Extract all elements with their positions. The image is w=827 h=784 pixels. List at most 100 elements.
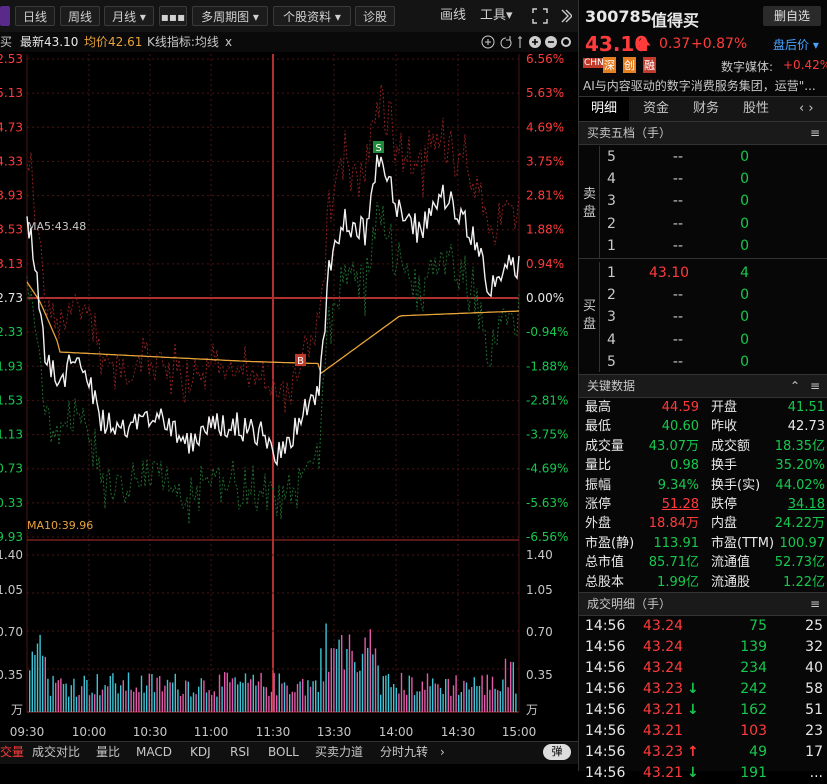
menu-icon[interactable]: ≡ bbox=[810, 122, 820, 144]
time-tick-label: 10:00 bbox=[72, 725, 107, 739]
tab-kdj[interactable]: KDJ bbox=[190, 742, 211, 763]
volume-bar bbox=[426, 673, 429, 712]
intraday-chart[interactable]: 42.53 6.56% 45.13 5.63% 44.73 4.69% 44.33 3.75%… bbox=[0, 52, 578, 745]
volume-bar bbox=[424, 689, 426, 712]
volume-bar bbox=[55, 682, 57, 712]
trade-row[interactable]: 14:56 43.23 ↓ 242 58 bbox=[579, 679, 827, 700]
level-number: 1 bbox=[607, 237, 616, 254]
volume-bar bbox=[372, 654, 374, 712]
trade-row[interactable]: 14:56 43.24 234 40 bbox=[579, 658, 827, 679]
price-tick-label: 44.73 bbox=[0, 120, 23, 134]
tab-volume-ratio[interactable]: 量比 bbox=[96, 742, 120, 763]
orderbook-header[interactable]: 买卖五档（手） ≡ bbox=[579, 121, 827, 145]
level-volume: 0 bbox=[740, 237, 749, 254]
trade-row[interactable]: 14:56 43.21 103 23 bbox=[579, 721, 827, 742]
multi-period-dropdown[interactable]: 多周期图 ▾ bbox=[192, 6, 268, 26]
volume-bar bbox=[192, 692, 195, 712]
volume-bar bbox=[161, 691, 163, 712]
volume-bar bbox=[221, 686, 223, 712]
delete-watchlist-button[interactable]: 删自选 bbox=[763, 6, 821, 26]
trade-row[interactable]: 14:56 43.21 ↓ 162 51 bbox=[579, 700, 827, 721]
buy-level-4[interactable]: 4 -- 0 bbox=[579, 329, 827, 351]
tabs-scroll-button[interactable]: ‹ › bbox=[799, 97, 814, 121]
trade-row[interactable]: 14:56 43.21 ↓ 191... bbox=[579, 763, 827, 784]
price-tick-label: 43.53 bbox=[0, 223, 23, 237]
tab-nine-turn[interactable]: 分时九转 bbox=[380, 742, 428, 763]
volume-bar bbox=[104, 685, 106, 712]
volume-bar bbox=[403, 689, 405, 712]
trades-header[interactable]: 成交明细（手） ≡ bbox=[579, 592, 827, 616]
volume-bar bbox=[335, 649, 338, 712]
trade-volume: 103 bbox=[740, 723, 767, 739]
trade-row[interactable]: 14:56 43.24 75 25 bbox=[579, 616, 827, 637]
trade-direction-icon: ↑ bbox=[687, 744, 699, 760]
sell-level-2[interactable]: 2 -- 0 bbox=[579, 213, 827, 235]
draw-line-button[interactable]: 画线 bbox=[440, 6, 466, 26]
volume-bar bbox=[174, 673, 176, 712]
tab-stock-nature[interactable]: 股性 bbox=[731, 97, 781, 121]
price-change-pct: +0.87% bbox=[691, 36, 748, 52]
volume-bar bbox=[237, 684, 239, 712]
volume-bar bbox=[437, 684, 439, 712]
weekly-button[interactable]: 周线 bbox=[60, 6, 100, 26]
volume-bar bbox=[296, 683, 299, 712]
volume-bar bbox=[330, 648, 332, 712]
stock-profile-dropdown[interactable]: 个股资料 ▾ bbox=[273, 6, 351, 26]
volume-bar bbox=[239, 681, 241, 712]
level-volume: 0 bbox=[740, 331, 749, 348]
sell-level-4[interactable]: 4 -- 0 bbox=[579, 168, 827, 190]
volume-bar bbox=[289, 694, 291, 712]
volume-bar bbox=[96, 674, 98, 712]
volume-bar bbox=[278, 673, 280, 712]
buy-level-3[interactable]: 3 -- 0 bbox=[579, 306, 827, 328]
popup-toggle[interactable]: 弹 bbox=[543, 744, 571, 760]
key-label: 总股本 bbox=[585, 574, 625, 590]
expand-icon[interactable] bbox=[532, 6, 550, 26]
volume-bar bbox=[307, 680, 309, 712]
tabs-next-button[interactable]: › bbox=[440, 742, 445, 763]
collapse-icon[interactable]: ⌃ bbox=[790, 375, 800, 397]
tab-macd[interactable]: MACD bbox=[136, 742, 172, 763]
sector-label[interactable]: 数字媒体: bbox=[721, 58, 773, 75]
monthly-dropdown[interactable]: 月线 ▾ bbox=[104, 6, 154, 26]
volume-bar bbox=[205, 692, 208, 712]
after-hours-dropdown[interactable]: 盘后价 ▾ bbox=[773, 36, 819, 53]
tab-capital[interactable]: 资金 bbox=[631, 97, 681, 121]
trade-row[interactable]: 14:56 43.23 ↑ 49 17 bbox=[579, 742, 827, 763]
daily-button[interactable]: 日线 bbox=[15, 6, 55, 26]
menu-icon[interactable]: ≡ bbox=[810, 593, 820, 615]
sell-level-3[interactable]: 3 -- 0 bbox=[579, 190, 827, 212]
tab-rsi[interactable]: RSI bbox=[230, 742, 250, 763]
keydata-header[interactable]: 关键数据 ⌃ ≡ bbox=[579, 374, 827, 398]
buy-level-1[interactable]: 1 43.10 4 bbox=[579, 262, 827, 284]
buy-level-5[interactable]: 5 -- 0 bbox=[579, 351, 827, 373]
tab-volume-compare[interactable]: 成交对比 bbox=[32, 742, 80, 763]
trade-direction-icon: ↓ bbox=[687, 702, 699, 718]
menu-icon[interactable]: ≡ bbox=[810, 375, 820, 397]
key-value: 42.73 bbox=[787, 419, 825, 435]
sell-level-5[interactable]: 5 -- 0 bbox=[579, 146, 827, 168]
close-indicator-button[interactable]: x bbox=[225, 32, 232, 52]
tools-dropdown[interactable]: 工具▾ bbox=[480, 6, 513, 26]
trade-volume: 139 bbox=[740, 639, 767, 655]
tab-buy-sell-power[interactable]: 买卖力道 bbox=[315, 742, 363, 763]
volume-tick-label: 1.05 bbox=[526, 583, 553, 597]
price-tick-label: 39.93 bbox=[0, 530, 23, 544]
volume-bar bbox=[247, 682, 249, 712]
buy-level-2[interactable]: 2 -- 0 bbox=[579, 284, 827, 306]
diagnose-button[interactable]: 诊股 bbox=[355, 6, 395, 26]
collapse-right-icon[interactable] bbox=[560, 6, 573, 26]
tab-boll[interactable]: BOLL bbox=[268, 742, 299, 763]
trade-row[interactable]: 14:56 43.24 139 32 bbox=[579, 637, 827, 658]
trade-price: 43.24 bbox=[643, 618, 684, 634]
company-desc[interactable]: AI与内容驱动的数字消费服务集团，运营"... bbox=[579, 77, 827, 95]
more-periods-button[interactable]: ▪▪▪ bbox=[159, 6, 187, 26]
level-number: 3 bbox=[607, 193, 616, 210]
side-tab[interactable] bbox=[0, 6, 10, 26]
tab-detail[interactable]: 明细 bbox=[579, 97, 629, 121]
tab-finance[interactable]: 财务 bbox=[681, 97, 731, 121]
sell-level-1[interactable]: 1 -- 0 bbox=[579, 235, 827, 257]
level-price: -- bbox=[672, 353, 683, 370]
tag-shenzhen: 深 bbox=[603, 57, 616, 73]
tab-volume[interactable]: 交量 bbox=[0, 742, 24, 763]
